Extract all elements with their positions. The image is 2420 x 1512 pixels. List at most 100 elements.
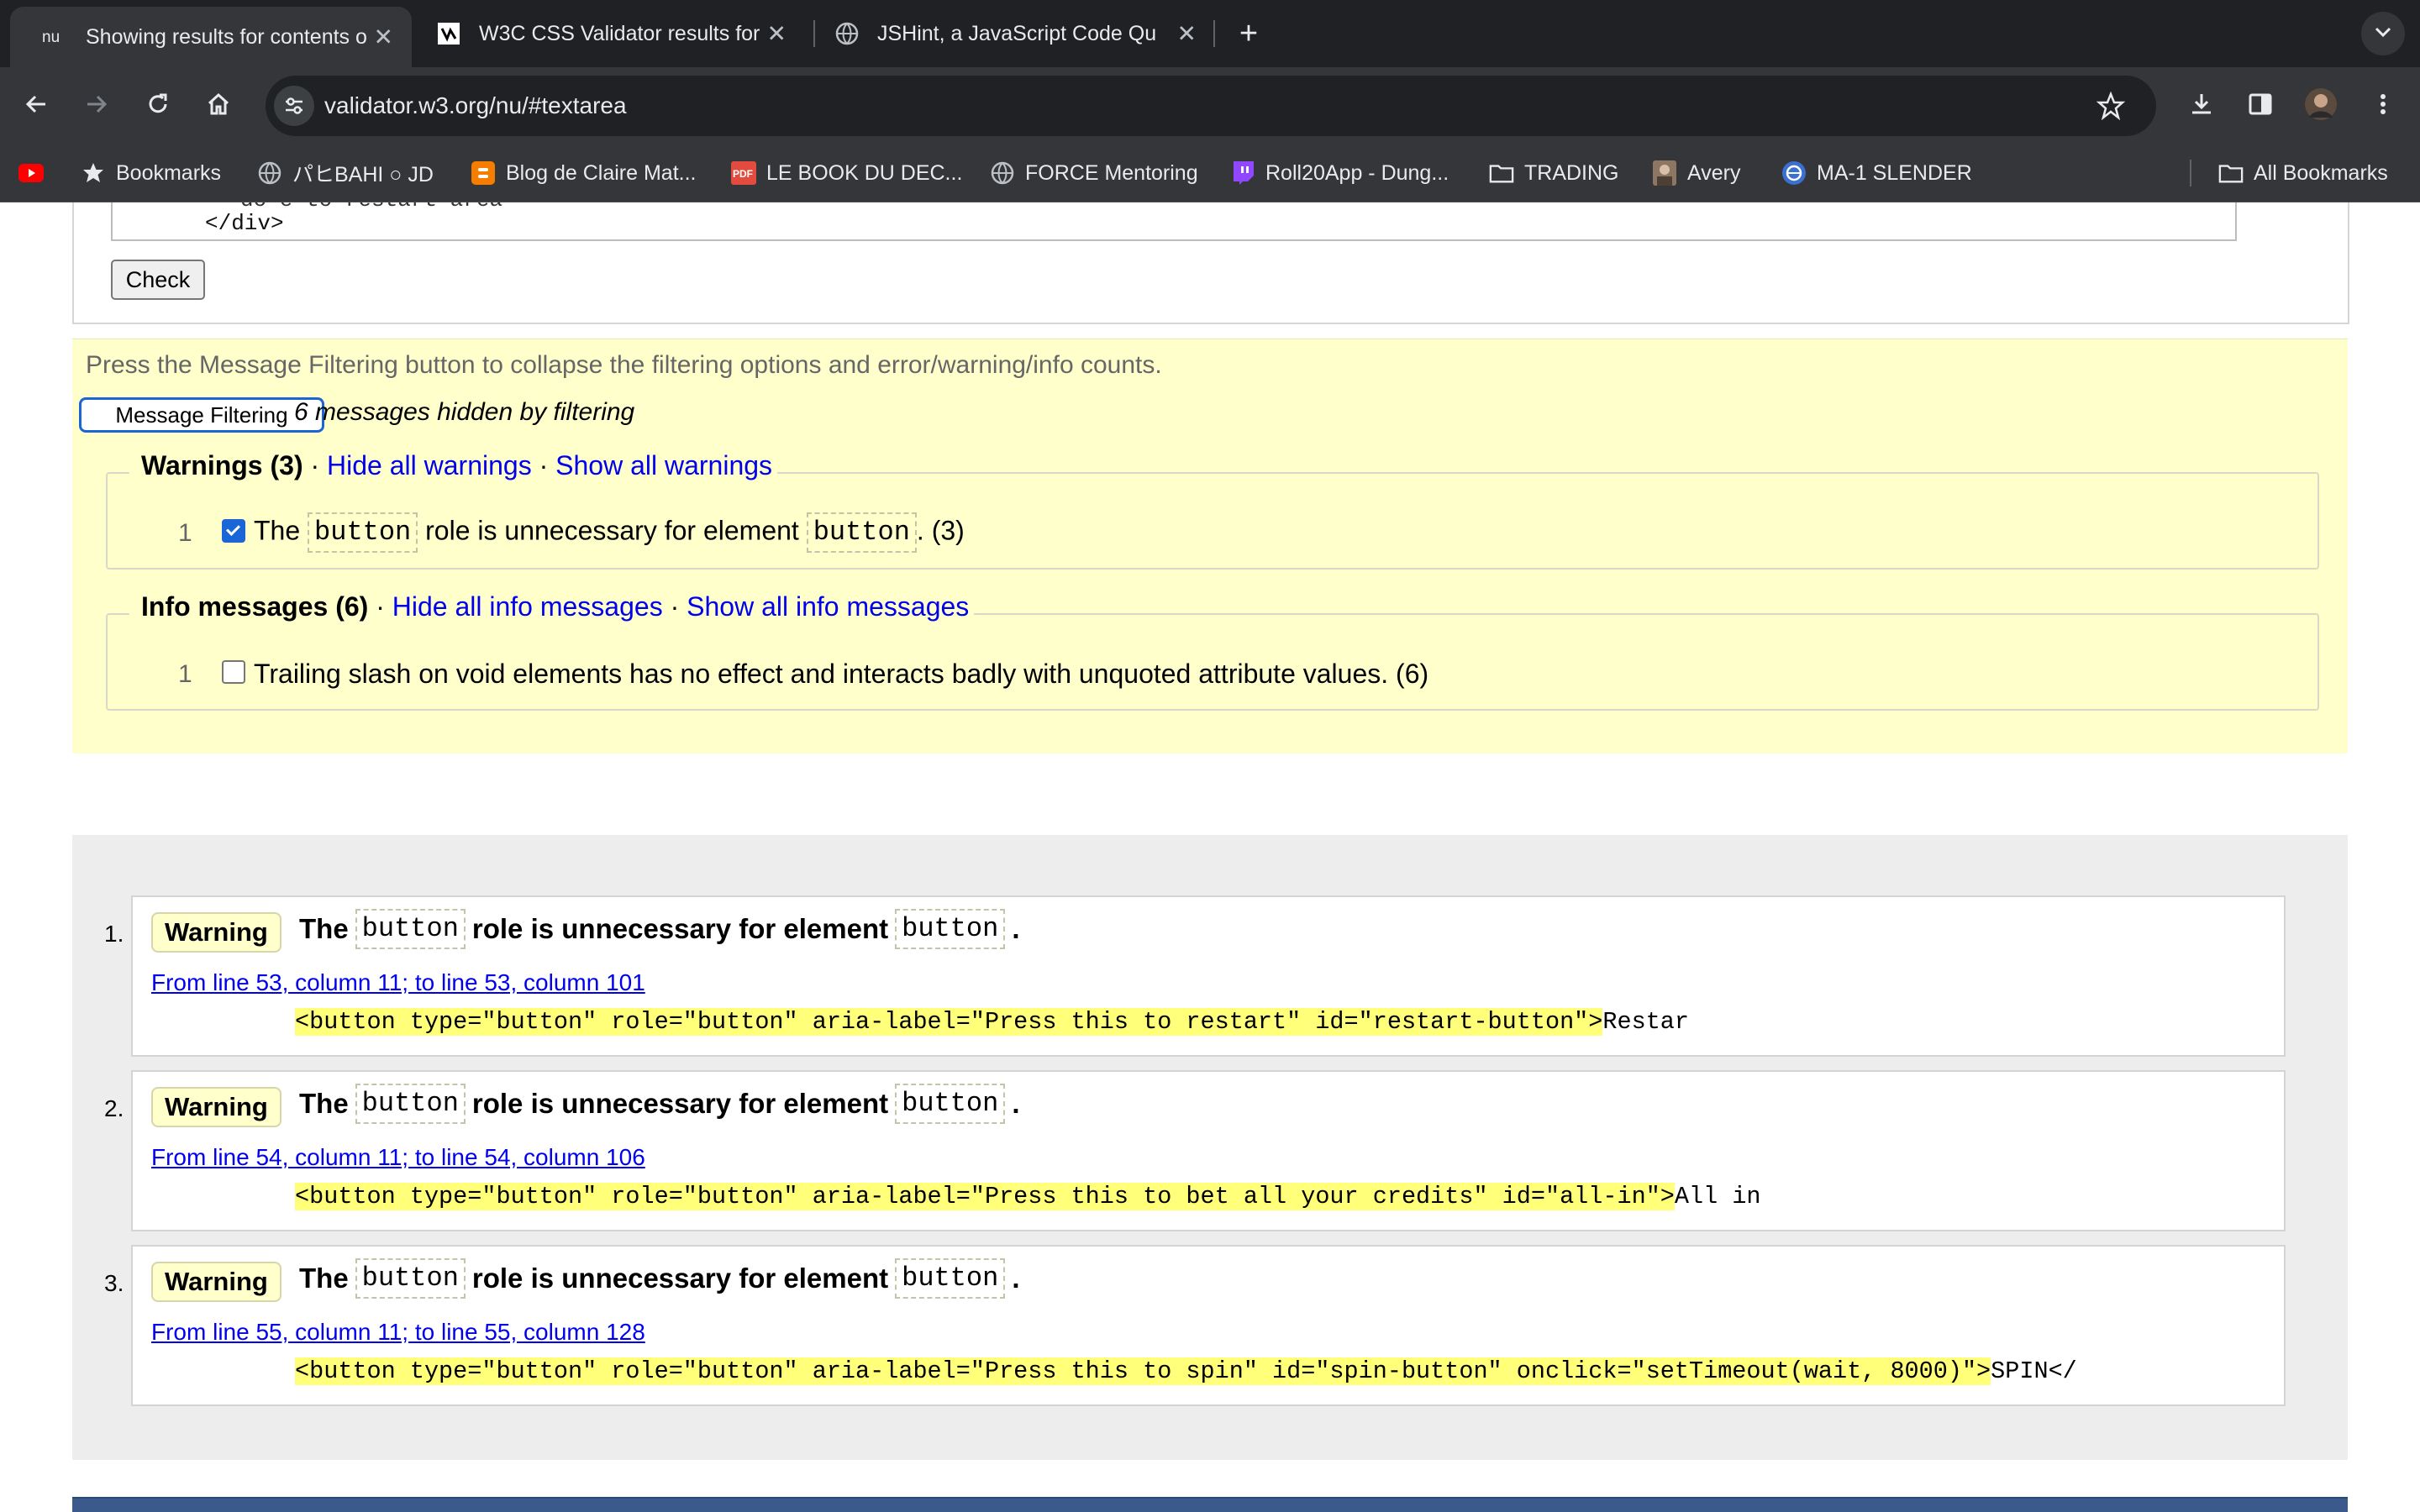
tab-title: JSHint, a JavaScript Code Qu	[877, 21, 1157, 45]
close-tab-icon[interactable]: ✕	[374, 24, 393, 51]
reload-button[interactable]	[138, 86, 178, 126]
globe-icon	[990, 160, 1015, 186]
source-location-link[interactable]: From line 53, column 11; to line 53, col…	[151, 969, 645, 996]
bookmark-bookmarks[interactable]: Bookmarks	[81, 144, 221, 202]
textarea-line: </div>	[205, 211, 284, 236]
bookmark-label: パヒBAHI ○ JD	[292, 163, 434, 186]
text-part: The	[299, 1088, 349, 1119]
message-filter-panel: Press the Message Filtering button to co…	[72, 339, 2348, 753]
message-index: 3.	[104, 1270, 124, 1296]
downloads-button[interactable]	[2181, 86, 2222, 126]
result-message: 3. Warning The button role is unnecessar…	[104, 1245, 2286, 1406]
text-part: role is unnecessary for element	[471, 1088, 889, 1119]
bookmark-label: FORCE Mentoring	[1025, 160, 1198, 185]
source-location-link[interactable]: From line 55, column 11; to line 55, col…	[151, 1319, 645, 1346]
bookmark-label: LE BOOK DU DEC...	[766, 160, 963, 185]
code-button: button	[895, 909, 1006, 949]
blogger-icon	[471, 160, 496, 186]
browser-tab-bar: nu Showing results for contents o ✕ W3C …	[0, 0, 2420, 67]
row-count: 1	[178, 660, 192, 688]
new-tab-button[interactable]: +	[1228, 13, 1269, 54]
chevron-down-icon	[2373, 25, 2393, 43]
bookmark-bahi[interactable]: パヒBAHI ○ JD	[257, 144, 434, 202]
code-extract: <button type="button" role="button" aria…	[151, 1008, 1689, 1036]
extract-highlight: <button type="button" role="button" aria…	[295, 1357, 1991, 1385]
bookmark-ma1-slender[interactable]: MA-1 SLENDER	[1781, 144, 1972, 202]
text-part: role is unnecessary for element	[471, 1263, 889, 1294]
arrow-left-icon	[24, 91, 50, 122]
text-part: role is unnecessary for element	[471, 913, 889, 944]
bookmarks-divider	[2190, 160, 2191, 186]
address-bar[interactable]: validator.w3.org/nu/#textarea	[266, 76, 2156, 136]
more-vert-icon	[2370, 91, 2396, 122]
browser-toolbar: validator.w3.org/nu/#textarea	[0, 67, 2420, 144]
tab-css-validator[interactable]: W3C CSS Validator results for ✕	[403, 10, 805, 57]
forward-button[interactable]	[76, 86, 116, 126]
tab-validator-results[interactable]: nu Showing results for contents o ✕	[10, 7, 412, 67]
code-extract: <button type="button" role="button" aria…	[151, 1183, 1761, 1210]
extract-highlight: <button type="button" role="button" aria…	[295, 1008, 1603, 1036]
site-info-icon[interactable]	[274, 86, 314, 126]
warning-filter-checkbox[interactable]	[222, 519, 245, 543]
message-index: 1.	[104, 921, 124, 947]
bookmark-le-book[interactable]: PDF LE BOOK DU DEC...	[731, 144, 962, 202]
all-bookmarks-button[interactable]: All Bookmarks	[2218, 144, 2388, 202]
message-text: The button role is unnecessary for eleme…	[299, 1084, 1020, 1124]
globe-icon	[834, 20, 860, 47]
pdf-icon: PDF	[731, 160, 756, 186]
message-text: The button role is unnecessary for eleme…	[299, 909, 1020, 949]
bookmark-star-icon[interactable]	[2091, 86, 2131, 126]
warning-filter-text: The button role is unnecessary for eleme…	[254, 512, 965, 553]
bookmark-youtube[interactable]	[18, 144, 54, 202]
close-tab-icon[interactable]: ✕	[767, 20, 786, 48]
tab-divider	[1213, 20, 1215, 47]
extract-indent	[151, 1183, 295, 1210]
hidden-messages-count: 6 messages hidden by filtering	[294, 398, 635, 426]
text-part: The	[299, 913, 349, 944]
bookmark-label: Blog de Claire Mat...	[506, 160, 697, 185]
code-button: button	[895, 1258, 1006, 1299]
profile-button[interactable]	[2301, 86, 2341, 126]
reload-icon	[145, 91, 171, 122]
code-button: button	[355, 1084, 466, 1124]
folder-icon	[1489, 160, 1514, 186]
page-content: do e to restart area </div> Check Press …	[0, 202, 2420, 1512]
bookmark-force-mentoring[interactable]: FORCE Mentoring	[990, 144, 1198, 202]
message-filtering-button[interactable]: Message Filtering	[79, 397, 324, 433]
bookmark-roll20[interactable]: Roll20App - Dung...	[1230, 144, 1449, 202]
bookmark-label: Avery	[1687, 160, 1741, 185]
check-button[interactable]: Check	[111, 260, 205, 300]
bookmark-blog-claire[interactable]: Blog de Claire Mat...	[471, 144, 697, 202]
home-button[interactable]	[198, 86, 239, 126]
side-panel-icon	[2247, 91, 2274, 122]
extract-highlight: <button type="button" role="button" aria…	[295, 1183, 1675, 1210]
info-fieldset: Info messages (6) · Hide all info messag…	[106, 591, 2319, 711]
message-text: The button role is unnecessary for eleme…	[299, 1258, 1020, 1299]
side-panel-button[interactable]	[2240, 86, 2281, 126]
text-part: The	[299, 1263, 349, 1294]
info-filter-checkbox[interactable]	[222, 660, 245, 684]
warning-badge: Warning	[151, 1087, 281, 1127]
w3c-logo-icon	[435, 20, 462, 47]
tab-search-button[interactable]	[2361, 12, 2405, 55]
message-index: 2.	[104, 1095, 124, 1121]
bookmarks-bar: Bookmarks パヒBAHI ○ JD Blog de Claire Mat…	[0, 144, 2420, 202]
code-extract: <button type="button" role="button" aria…	[151, 1357, 2077, 1385]
results-list: 1. Warning The button role is unnecessar…	[72, 835, 2348, 1460]
text-part: .	[1012, 1263, 1020, 1294]
text-part: . (3)	[916, 515, 965, 546]
bookmark-trading[interactable]: TRADING	[1489, 144, 1619, 202]
back-button[interactable]	[17, 86, 57, 126]
close-tab-icon[interactable]: ✕	[1177, 20, 1197, 48]
browser-menu-button[interactable]	[2363, 86, 2403, 126]
code-button: button	[355, 1258, 466, 1299]
bookmark-avery[interactable]: Avery	[1652, 144, 1740, 202]
source-textarea[interactable]: do e to restart area </div>	[111, 202, 2237, 241]
filter-instructions: Press the Message Filtering button to co…	[86, 351, 1162, 379]
url-text[interactable]: validator.w3.org/nu/#textarea	[324, 76, 627, 136]
svg-text:nu: nu	[42, 29, 60, 46]
source-location-link[interactable]: From line 54, column 11; to line 54, col…	[151, 1144, 645, 1171]
text-part: role is unnecessary for element	[425, 515, 799, 546]
tab-jshint[interactable]: JSHint, a JavaScript Code Qu ✕	[802, 10, 1215, 57]
warning-badge: Warning	[151, 912, 281, 953]
